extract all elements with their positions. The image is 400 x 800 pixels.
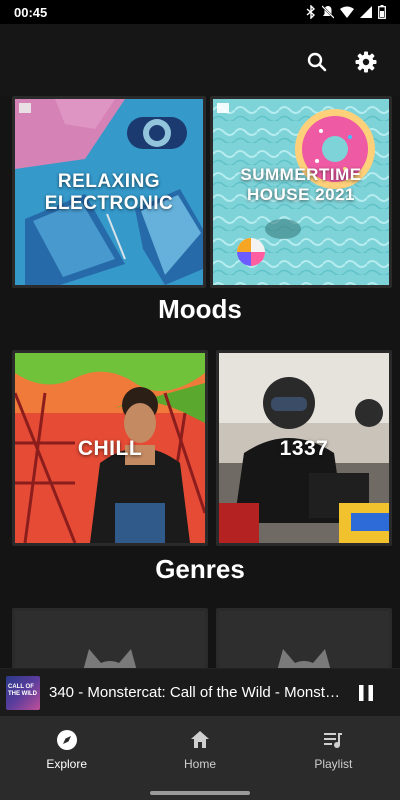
explore-content: RELAXING ELECTRONIC SUMMERTIME HOUSE 202… [0,96,400,668]
now-playing-title: 340 - Monstercat: Call of the Wild - Mon… [49,684,347,701]
bottom-navigation: Explore Home Playlist [0,716,400,784]
status-time: 00:45 [14,4,48,20]
nav-label: Home [183,757,216,771]
search-button[interactable] [305,50,329,74]
now-playing-bar[interactable]: CALL OF THE WILD 340 - Monstercat: Call … [0,668,400,716]
genre-label: CHILL [77,437,143,460]
settings-button[interactable] [354,50,378,74]
placeholder-tile[interactable] [12,608,208,668]
monstercat-logo-icon [277,649,331,668]
mood-tile-relaxing-electronic[interactable]: RELAXING ELECTRONIC [12,96,206,288]
signal-icon [360,6,372,18]
settings-icon [355,51,377,73]
mood-label: SUMMERTIME HOUSE 2021 [240,165,362,204]
mute-icon [322,5,334,19]
wifi-icon [340,6,354,18]
pause-icon [359,685,373,701]
search-icon [307,52,327,72]
nav-label: Playlist [314,757,353,771]
top-app-bar [0,24,400,100]
bluetooth-icon [306,5,316,19]
genres-heading: Genres [155,554,245,584]
nav-playlist[interactable]: Playlist [267,716,400,784]
compass-icon [56,730,77,750]
genre-tile-1337[interactable]: 1337 [216,350,392,546]
nav-home[interactable]: Home [133,716,266,784]
battery-icon [378,5,386,19]
nav-explore[interactable]: Explore [0,716,133,784]
status-icons [306,5,386,19]
home-icon [190,731,209,748]
monstercat-logo-icon [83,649,137,668]
now-playing-artwork: CALL OF THE WILD [6,675,40,710]
nav-label: Explore [46,757,87,771]
playlist-icon [324,733,343,748]
genre-label: 1337 [279,437,329,460]
mood-tile-summertime-house[interactable]: SUMMERTIME HOUSE 2021 [210,96,392,288]
mood-label: RELAXING ELECTRONIC [44,171,174,214]
artwork-text: CALL OF THE WILD [8,683,37,697]
placeholder-tile[interactable] [216,608,392,668]
moods-heading: Moods [158,294,242,324]
genre-tile-chill[interactable]: CHILL [12,350,208,546]
gesture-bar [0,784,400,800]
home-indicator[interactable] [150,791,250,795]
pause-button[interactable] [356,683,376,703]
status-bar: 00:45 [0,0,400,24]
